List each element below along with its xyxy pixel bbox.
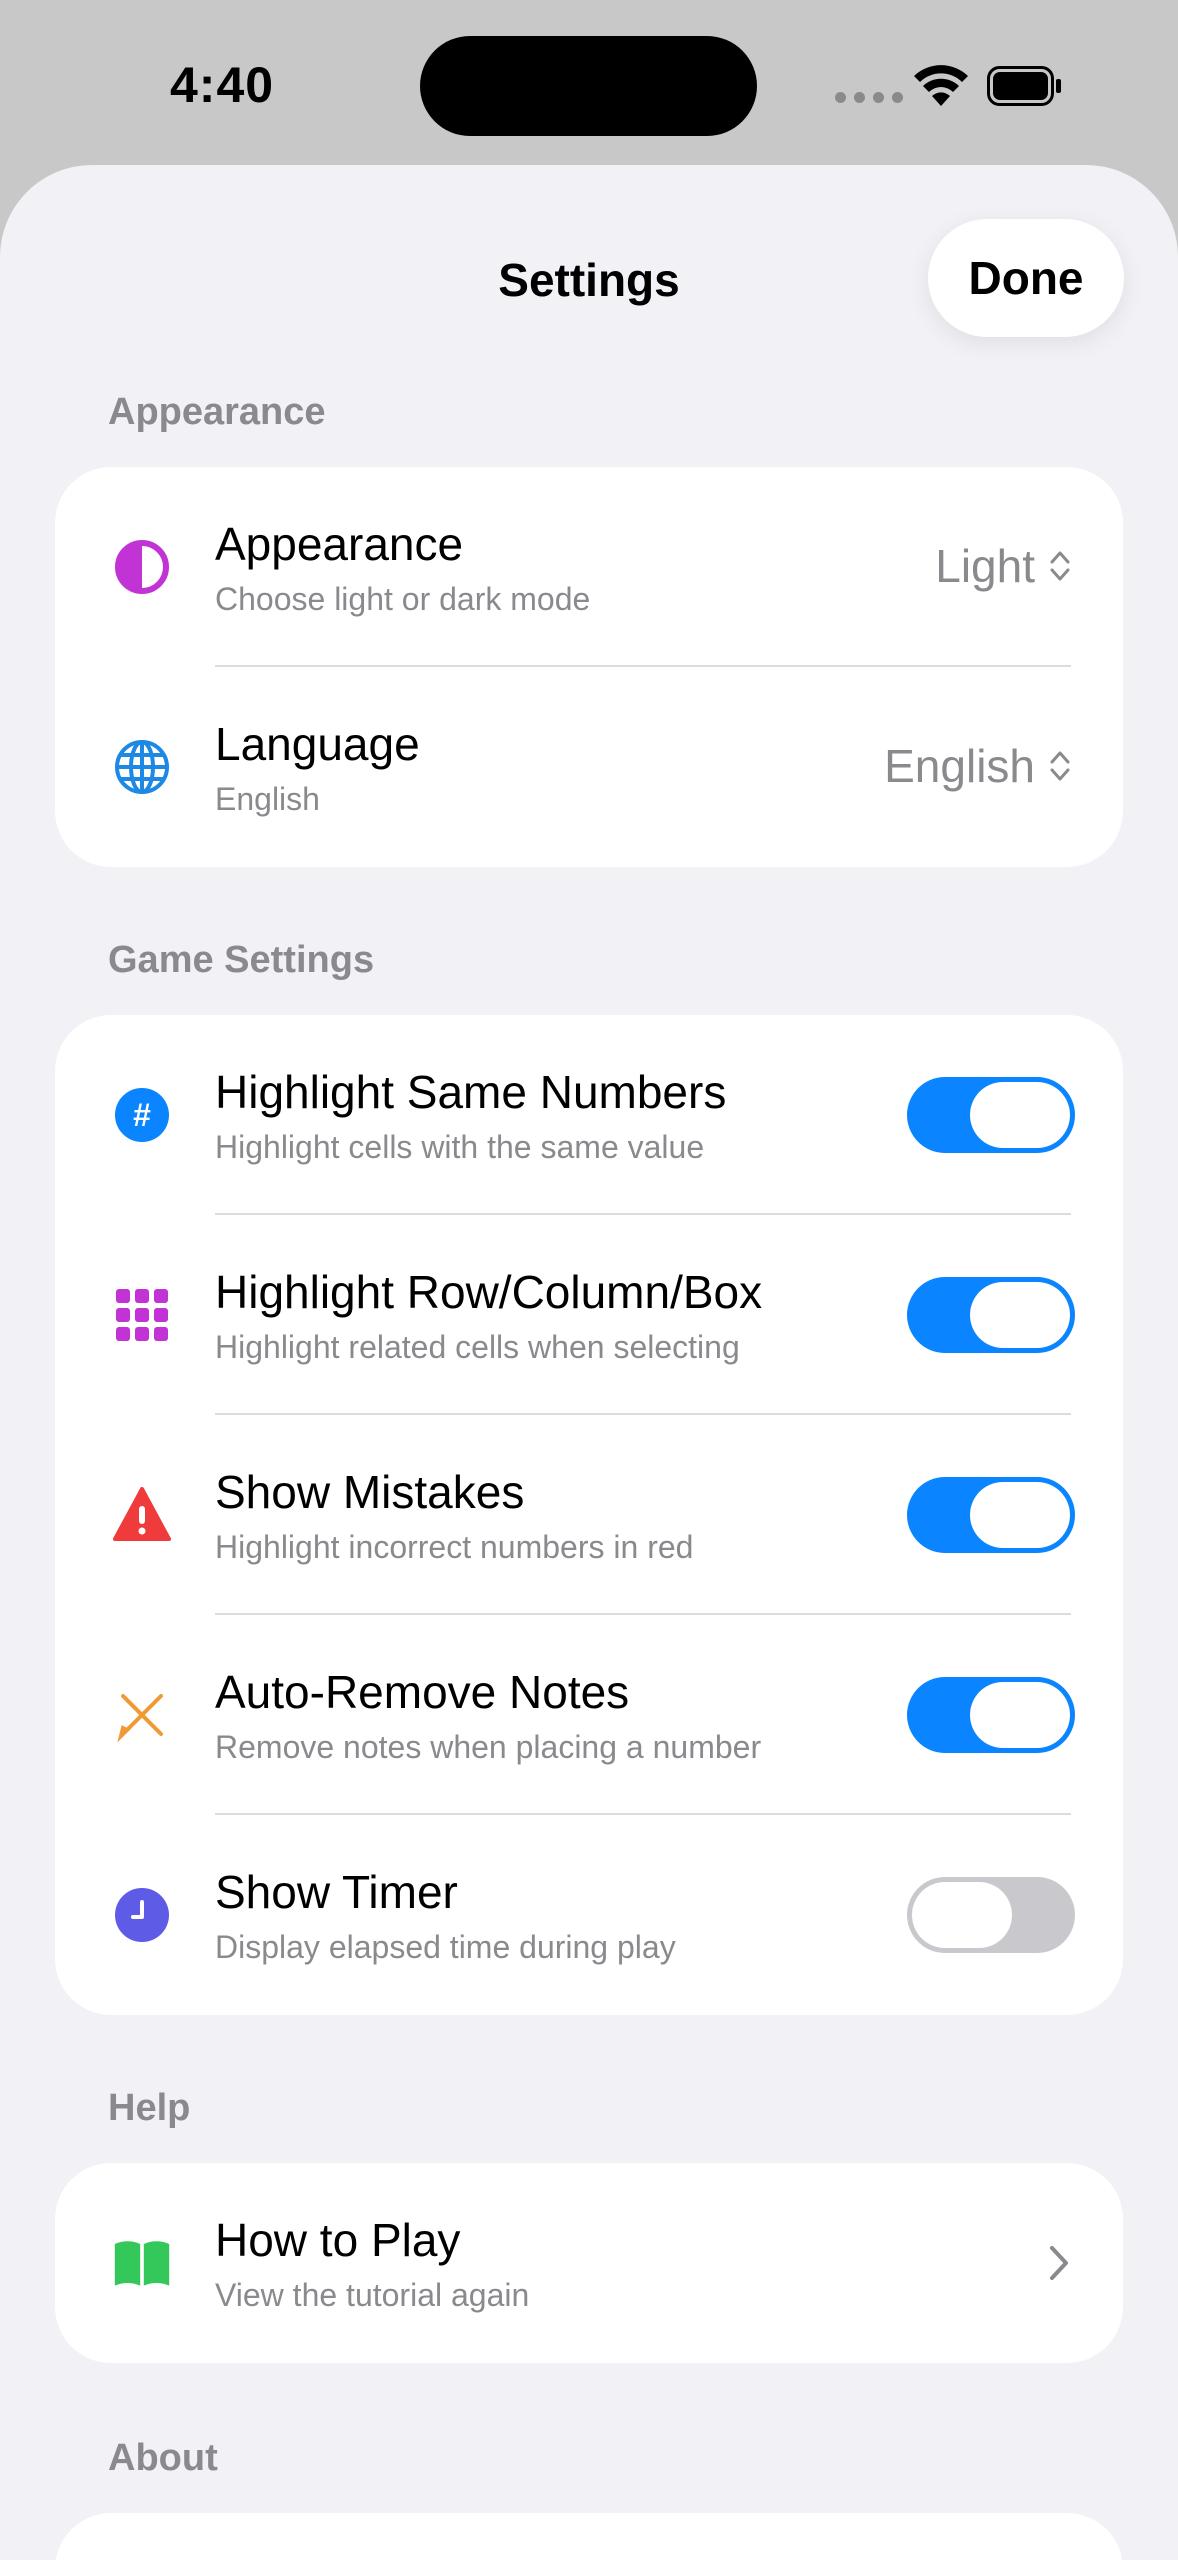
highlight-same-numbers-toggle[interactable] [907,1077,1075,1153]
settings-sheet: Settings Done Appearance Appearance Choo… [0,165,1178,2560]
wifi-icon [914,65,968,106]
svg-text:#: # [133,1097,151,1133]
how-to-play-row[interactable]: How to Play View the tutorial again [55,2163,1123,2363]
picker-value: Light [935,540,1035,592]
highlight-row-column-box-toggle[interactable] [907,1277,1075,1353]
row-title: Appearance [215,518,464,570]
done-button[interactable]: Done [928,219,1124,337]
row-subtitle: Choose light or dark mode [215,581,591,617]
auto-remove-notes-row: Auto-Remove Notes Remove notes when plac… [55,1615,1123,1815]
book-icon [113,2234,171,2292]
language-picker[interactable]: English [884,739,1071,793]
highlight-row-column-box-row: Highlight Row/Column/Box Highlight relat… [55,1215,1123,1415]
row-title: Auto-Remove Notes [215,1666,630,1718]
battery-icon [987,66,1061,106]
show-mistakes-row: Show Mistakes Highlight incorrect number… [55,1415,1123,1615]
section-header-help: Help [108,2087,191,2129]
row-title: How to Play [215,2214,461,2266]
row-subtitle: English [215,781,320,817]
language-row[interactable]: Language English English [55,667,1123,867]
row-title: Show Mistakes [215,1466,525,1518]
help-card: How to Play View the tutorial again [55,2163,1123,2363]
about-card [55,2513,1123,2560]
row-subtitle: Highlight cells with the same value [215,1129,705,1165]
row-title: Highlight Same Numbers [215,1066,727,1118]
appearance-card: Appearance Choose light or dark mode Lig… [55,467,1123,867]
row-subtitle: View the tutorial again [215,2277,530,2313]
appearance-picker[interactable]: Light [935,539,1071,593]
status-time: 4:40 [170,57,275,113]
row-subtitle: Remove notes when placing a number [215,1729,762,1765]
chevron-up-down-icon [1050,751,1070,781]
show-timer-row: Show Timer Display elapsed time during p… [55,1815,1123,2015]
show-mistakes-toggle[interactable] [907,1477,1075,1553]
row-subtitle: Highlight related cells when selecting [215,1329,740,1365]
auto-remove-notes-toggle[interactable] [907,1677,1075,1753]
row-subtitle: Highlight incorrect numbers in red [215,1529,694,1565]
section-header-game-settings: Game Settings [108,939,375,981]
warning-icon [113,1486,171,1544]
game-settings-card: # Highlight Same Numbers Highlight cells… [55,1015,1123,2015]
section-header-about: About [108,2437,218,2479]
row-title: Language [215,718,420,770]
row-title: Highlight Row/Column/Box [215,1266,763,1318]
chevron-right-icon [1050,2246,1068,2280]
half-circle-icon [113,538,171,596]
signal-dots-icon [835,92,903,103]
section-header-appearance: Appearance [108,391,326,433]
dynamic-island [420,36,757,136]
row-title: Show Timer [215,1866,458,1918]
hash-icon: # [113,1086,171,1144]
row-subtitle: Display elapsed time during play [215,1929,676,1965]
pencil-cross-icon [113,1686,171,1744]
highlight-same-numbers-row: # Highlight Same Numbers Highlight cells… [55,1015,1123,1215]
status-bar: 4:40 [0,0,1178,165]
clock-icon [113,1886,171,1944]
picker-value: English [884,740,1035,792]
globe-icon [113,738,171,796]
grid-icon [113,1286,171,1344]
appearance-row[interactable]: Appearance Choose light or dark mode Lig… [55,467,1123,667]
show-timer-toggle[interactable] [907,1877,1075,1953]
chevron-up-down-icon [1050,551,1070,581]
